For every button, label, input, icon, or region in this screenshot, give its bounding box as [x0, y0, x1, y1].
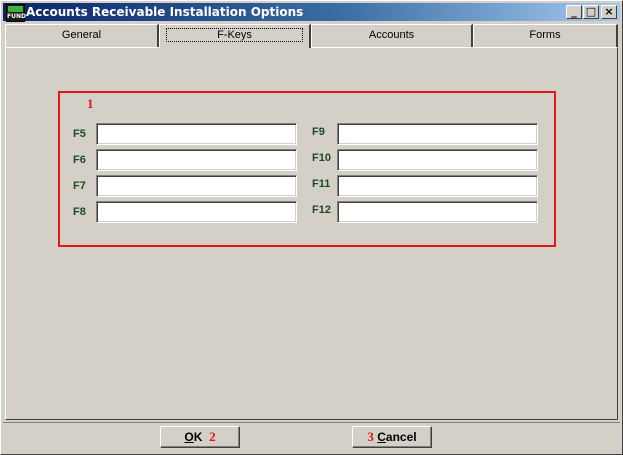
tab-general-label: General [61, 29, 102, 41]
title-bar[interactable]: FUND Accounts Receivable Installation Op… [3, 3, 620, 22]
f6-label: F6 [73, 154, 86, 166]
close-button[interactable]: × [601, 5, 617, 19]
f6-input[interactable] [96, 149, 297, 171]
maximize-icon: □ [585, 5, 597, 18]
ok-marker: 2 [209, 429, 216, 444]
tab-accounts-label: Accounts [368, 29, 415, 41]
maximize-button[interactable]: □ [583, 5, 599, 19]
tab-accounts[interactable]: Accounts [311, 24, 473, 47]
fkeys-marker: 1 [87, 96, 94, 111]
f5-input[interactable] [96, 123, 297, 145]
dialog-window: FUND Accounts Receivable Installation Op… [0, 0, 623, 455]
f8-input[interactable] [96, 201, 297, 223]
tab-strip: General F-Keys Accounts Forms [5, 24, 618, 48]
f8-label: F8 [73, 206, 86, 218]
ok-mnemonic: O [184, 430, 194, 444]
window-title: Accounts Receivable Installation Options [26, 5, 304, 19]
close-icon: × [604, 5, 614, 18]
app-icon: FUND [6, 4, 26, 22]
tab-forms[interactable]: Forms [473, 24, 618, 47]
f5-label: F5 [73, 128, 86, 140]
app-icon-text: FUND [7, 13, 26, 20]
f10-label: F10 [312, 152, 331, 164]
cancel-mnemonic: C [377, 430, 386, 444]
f9-input[interactable] [337, 123, 538, 145]
button-bar [3, 422, 620, 454]
tab-general[interactable]: General [5, 24, 159, 47]
cancel-label-rest: ancel [385, 430, 417, 444]
cancel-button[interactable]: 3 Cancel [352, 426, 432, 448]
f7-label: F7 [73, 180, 86, 192]
f11-label: F11 [312, 178, 331, 190]
tab-f-keys[interactable]: F-Keys [159, 24, 311, 48]
f11-input[interactable] [337, 175, 538, 197]
ok-button[interactable]: OK 2 [160, 426, 240, 448]
app-icon-bar [8, 6, 23, 12]
minimize-button[interactable]: _ [566, 5, 582, 19]
tab-forms-label: Forms [529, 29, 561, 41]
f7-input[interactable] [96, 175, 297, 197]
f9-label: F9 [312, 126, 325, 138]
tab-f-keys-label: F-Keys [166, 28, 303, 42]
cancel-marker: 3 [367, 429, 374, 444]
ok-label-rest: K [193, 430, 203, 444]
f12-input[interactable] [337, 201, 538, 223]
f10-input[interactable] [337, 149, 538, 171]
minimize-icon: _ [571, 5, 577, 18]
f12-label: F12 [312, 204, 331, 216]
